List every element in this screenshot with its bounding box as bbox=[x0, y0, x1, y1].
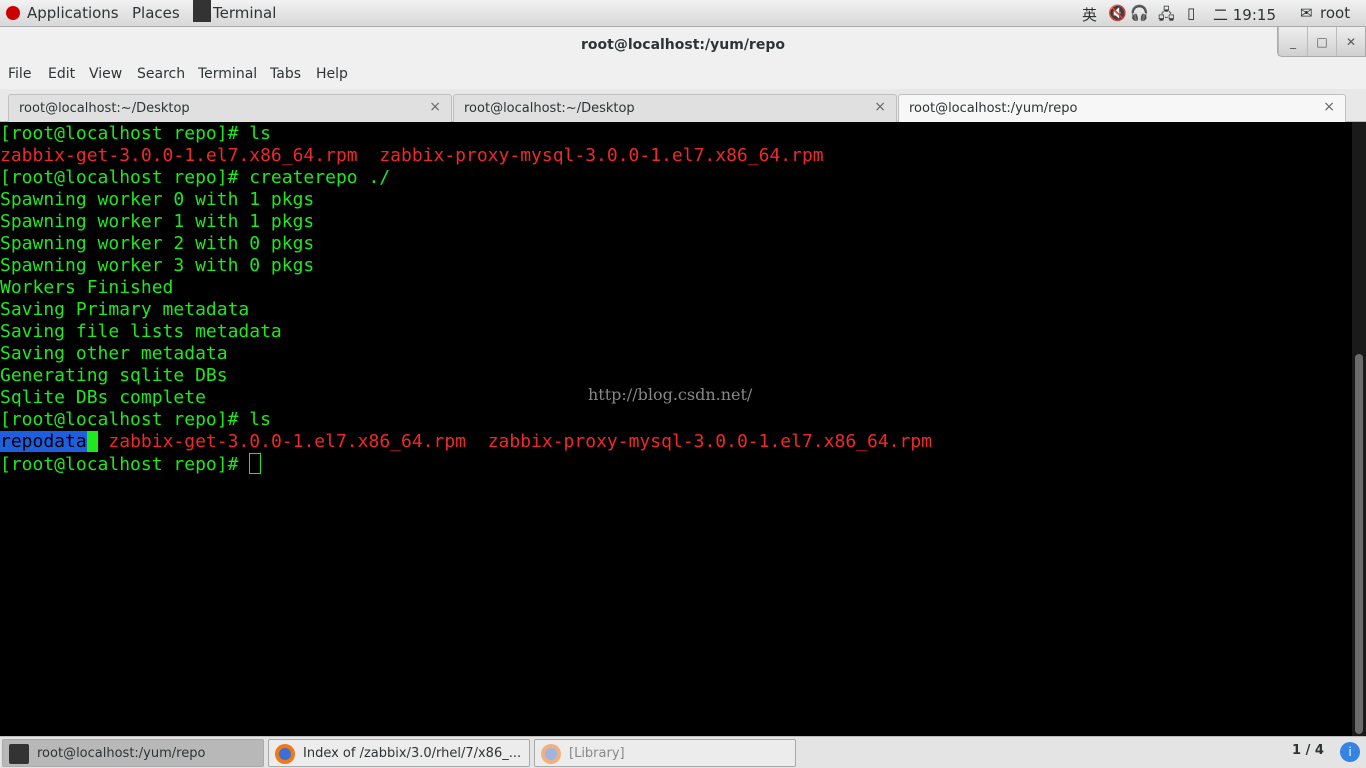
terminal-icon bbox=[9, 744, 29, 764]
terminal-app-menu[interactable]: Terminal bbox=[213, 4, 276, 22]
menu-tabs[interactable]: Tabs bbox=[270, 66, 301, 82]
network-disconnected-icon[interactable]: 🖧 bbox=[1158, 4, 1175, 29]
tab-close-icon[interactable]: × bbox=[874, 99, 886, 115]
menu-file[interactable]: File bbox=[8, 66, 31, 82]
terminal-output[interactable]: [root@localhost repo]# ls zabbix-get-3.0.… bbox=[0, 122, 1352, 736]
close-button[interactable]: ✕ bbox=[1336, 27, 1365, 56]
prompt: [root@localhost repo]# bbox=[0, 123, 250, 144]
prompt: [root@localhost repo]# bbox=[0, 167, 250, 188]
menu-bar: File Edit View Search Terminal Tabs Help bbox=[0, 63, 1366, 89]
output-line: Saving Primary metadata bbox=[0, 299, 250, 320]
command: ls bbox=[249, 123, 271, 144]
task-firefox[interactable]: Index of /zabbix/3.0/rhel/7/x86_... bbox=[268, 739, 530, 767]
window-title: root@localhost:/yum/repo bbox=[0, 27, 1366, 63]
menu-edit[interactable]: Edit bbox=[48, 66, 75, 82]
output-line: Saving other metadata bbox=[0, 343, 228, 364]
minimize-button[interactable]: _ bbox=[1278, 27, 1307, 56]
task-label: [Library] bbox=[569, 746, 625, 761]
taskbar: root@localhost:/yum/repo Index of /zabbi… bbox=[0, 736, 1366, 768]
tab-yum-repo[interactable]: root@localhost:/yum/repo × bbox=[898, 94, 1346, 123]
applications-menu[interactable]: Applications bbox=[27, 4, 119, 22]
volume-muted-icon[interactable]: 🔇 bbox=[1108, 4, 1127, 22]
watermark: http://blog.csdn.net/ bbox=[588, 385, 753, 404]
file-entry: zabbix-get-3.0.0-1.el7.x86_64.rpm bbox=[0, 145, 358, 166]
tab-desktop-1[interactable]: root@localhost:~/Desktop × bbox=[8, 94, 452, 122]
prompt: [root@localhost repo]# bbox=[0, 454, 250, 475]
clock[interactable]: 二 19:15 bbox=[1213, 4, 1276, 25]
menu-search[interactable]: Search bbox=[137, 66, 185, 82]
output-line: Spawning worker 2 with 0 pkgs bbox=[0, 233, 315, 254]
redhat-logo-icon bbox=[6, 6, 20, 20]
tab-label: root@localhost:~/Desktop bbox=[464, 101, 635, 116]
places-menu[interactable]: Places bbox=[132, 4, 180, 22]
input-method-indicator[interactable]: 英 bbox=[1082, 4, 1097, 25]
file-entry: zabbix-proxy-mysql-3.0.0-1.el7.x86_64.rp… bbox=[487, 431, 933, 452]
scrollbar[interactable] bbox=[1352, 122, 1366, 736]
output-line: Spawning worker 1 with 1 pkgs bbox=[0, 211, 315, 232]
tab-desktop-2[interactable]: root@localhost:~/Desktop × bbox=[453, 94, 897, 122]
menu-terminal[interactable]: Terminal bbox=[198, 66, 257, 82]
battery-icon[interactable]: ▯ bbox=[1187, 4, 1195, 22]
terminal-icon bbox=[193, 0, 211, 22]
menu-view[interactable]: View bbox=[89, 66, 122, 82]
directory-entry: repodata bbox=[0, 431, 87, 452]
file-entry: zabbix-proxy-mysql-3.0.0-1.el7.x86_64.rp… bbox=[379, 145, 824, 166]
menu-help[interactable]: Help bbox=[316, 66, 348, 82]
output-line: Saving file lists metadata bbox=[0, 321, 282, 342]
output-line: Spawning worker 0 with 1 pkgs bbox=[0, 189, 315, 210]
tab-close-icon[interactable]: × bbox=[1323, 99, 1335, 115]
output-line: Workers Finished bbox=[0, 277, 174, 298]
command: createrepo ./ bbox=[249, 167, 391, 188]
maximize-button[interactable]: □ bbox=[1307, 27, 1336, 56]
tab-label: root@localhost:/yum/repo bbox=[909, 101, 1078, 116]
firefox-icon bbox=[541, 744, 561, 764]
task-library[interactable]: [Library] bbox=[534, 739, 796, 767]
top-panel: Applications Places Terminal 英 🔇 🎧 🖧 ▯ 二… bbox=[0, 0, 1366, 27]
output-line: Spawning worker 3 with 0 pkgs bbox=[0, 255, 315, 276]
notification-icon[interactable]: i bbox=[1340, 742, 1360, 762]
user-menu[interactable]: root bbox=[1320, 4, 1350, 22]
command: ls bbox=[249, 409, 271, 430]
task-label: root@localhost:/yum/repo bbox=[37, 746, 206, 761]
firefox-icon bbox=[275, 744, 295, 764]
user-status-icon: ✉ bbox=[1300, 4, 1313, 22]
window-controls: _ □ ✕ bbox=[1277, 27, 1366, 57]
prompt: [root@localhost repo]# bbox=[0, 409, 250, 430]
tab-label: root@localhost:~/Desktop bbox=[19, 101, 190, 116]
tab-bar: root@localhost:~/Desktop × root@localhost… bbox=[0, 89, 1366, 123]
scrollbar-thumb[interactable] bbox=[1355, 354, 1363, 734]
output-line: Generating sqlite DBs bbox=[0, 365, 228, 386]
file-entry: zabbix-get-3.0.0-1.el7.x86_64.rpm bbox=[108, 431, 467, 452]
task-terminal[interactable]: root@localhost:/yum/repo bbox=[2, 739, 264, 767]
headphones-icon[interactable]: 🎧 bbox=[1130, 4, 1149, 22]
task-label: Index of /zabbix/3.0/rhel/7/x86_... bbox=[303, 746, 522, 761]
text-cursor bbox=[249, 453, 262, 474]
workspace-indicator[interactable]: 1 / 4 bbox=[1292, 743, 1324, 758]
tab-close-icon[interactable]: × bbox=[429, 99, 441, 115]
